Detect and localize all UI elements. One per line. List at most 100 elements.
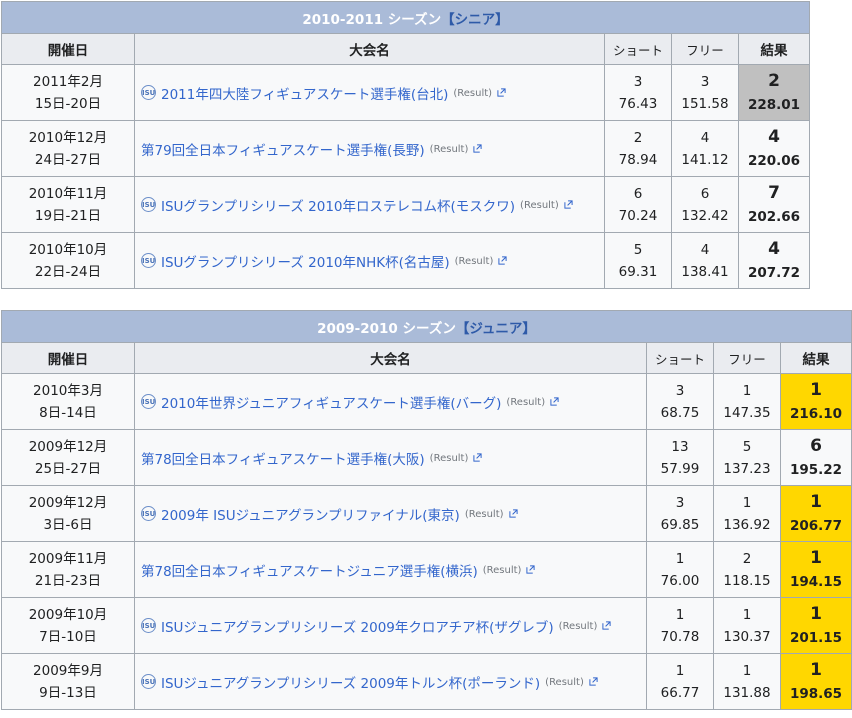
external-link-icon[interactable] xyxy=(550,396,559,406)
external-link-icon[interactable] xyxy=(498,255,507,265)
external-link-icon[interactable] xyxy=(526,564,536,574)
total-score: 206.77 xyxy=(789,517,843,534)
final-place: 4 xyxy=(768,126,780,147)
total-score: 195.22 xyxy=(789,461,843,478)
external-link-icon[interactable] xyxy=(497,87,506,97)
col-header-short: ショート xyxy=(646,342,714,374)
final-place: 4 xyxy=(768,238,780,259)
result-cell: 2 228.01 xyxy=(737,64,811,121)
short-program-cell: 1 70.78 xyxy=(646,597,714,654)
col-header-short: ショート xyxy=(604,33,672,65)
free-skate-cell: 1 147.35 xyxy=(713,373,781,430)
event-cell: 第78回全日本フィギュアスケートジュニア選手権(横浜) (Result) xyxy=(134,541,647,598)
event-link[interactable]: ISUグランプリシリーズ 2010年ロステレコム杯(モスクワ) xyxy=(161,199,515,215)
isu-logo-icon: ISU xyxy=(141,85,156,100)
table-row: 2010年11月 19日-21日 ISU ISUグランプリシリーズ 2010年ロステレ… xyxy=(1,176,811,233)
final-place: 1 xyxy=(810,603,822,624)
result-cell: 1 206.77 xyxy=(780,485,852,542)
isu-logo-icon: ISU xyxy=(141,674,156,689)
free-skate-cell: 2 118.15 xyxy=(713,541,781,598)
free-skate-cell: 1 131.88 xyxy=(713,653,781,710)
col-header-event: 大会名 xyxy=(134,342,647,374)
event-link[interactable]: ISUグランプリシリーズ 2010年NHK杯(名古屋) xyxy=(161,255,450,271)
result-link[interactable]: (Result) xyxy=(465,509,504,520)
result-link[interactable]: (Result) xyxy=(506,397,545,408)
event-cell: ISU ISUグランプリシリーズ 2010年NHK杯(名古屋) (Result) xyxy=(134,232,605,289)
final-place: 7 xyxy=(768,182,780,203)
season-level-link[interactable]: 【シニア】 xyxy=(441,12,509,28)
table-row: 2010年12月 24日-27日 第79回全日本フィギュアスケート選手権(長野) (R… xyxy=(1,120,811,177)
external-link-icon[interactable] xyxy=(473,452,482,462)
season-level-link[interactable]: 【ジュニア】 xyxy=(456,321,536,337)
event-link[interactable]: 2009年 ISUジュニアグランプリファイナル(東京) xyxy=(161,508,460,524)
final-place: 1 xyxy=(810,659,822,680)
event-date: 2009年10月 7日-10日 xyxy=(1,597,135,654)
isu-logo-icon: ISU xyxy=(141,197,156,212)
season-table-junior: 2009-2010 シーズン【ジュニア】 開催日 大会名 ショート フリー 結果… xyxy=(1,310,852,710)
result-link[interactable]: (Result) xyxy=(483,565,522,576)
col-header-free: フリー xyxy=(713,342,781,374)
event-link[interactable]: ISUジュニアグランプリシリーズ 2009年クロアチア杯(ザグレブ) xyxy=(161,620,554,636)
table-row: 2009年11月 21日-23日 第78回全日本フィギュアスケートジュニア選手権(横… xyxy=(1,541,852,598)
free-skate-cell: 4 138.41 xyxy=(671,232,739,289)
total-score: 202.66 xyxy=(747,208,801,225)
short-program-cell: 2 78.94 xyxy=(604,120,672,177)
short-program-cell: 3 68.75 xyxy=(646,373,714,430)
event-link[interactable]: 第79回全日本フィギュアスケート選手権(長野) xyxy=(141,143,425,159)
result-link[interactable]: (Result) xyxy=(430,453,469,464)
result-link[interactable]: (Result) xyxy=(545,677,584,688)
total-score: 198.65 xyxy=(789,685,843,702)
event-cell: 第79回全日本フィギュアスケート選手権(長野) (Result) xyxy=(134,120,605,177)
event-link[interactable]: 2010年世界ジュニアフィギュアスケート選手権(バーグ) xyxy=(161,396,501,412)
result-link[interactable]: (Result) xyxy=(453,88,492,99)
event-date: 2010年11月 19日-21日 xyxy=(1,176,135,233)
final-place: 1 xyxy=(810,547,822,568)
result-cell: 7 202.66 xyxy=(737,176,811,233)
season-table-senior: 2010-2011 シーズン【シニア】 開催日 大会名 ショート フリー 結果 … xyxy=(0,1,811,289)
table-row: 2010年3月 8日-14日 ISU 2010年世界ジュニアフィギュアスケート選手権(… xyxy=(1,373,852,430)
short-program-cell: 5 69.31 xyxy=(604,232,672,289)
event-date: 2010年10月 22日-24日 xyxy=(1,232,135,289)
event-link[interactable]: 2011年四大陸フィギュアスケート選手権(台北) xyxy=(161,87,448,103)
isu-logo-icon: ISU xyxy=(141,394,156,409)
result-cell: 4 220.06 xyxy=(737,120,811,177)
result-link[interactable]: (Result) xyxy=(455,256,494,267)
final-place: 2 xyxy=(768,70,780,91)
result-link[interactable]: (Result) xyxy=(559,621,598,632)
short-program-cell: 6 70.24 xyxy=(604,176,672,233)
result-cell: 4 207.72 xyxy=(737,232,811,289)
col-header-result: 結果 xyxy=(780,342,852,374)
external-link-icon[interactable] xyxy=(508,508,518,518)
short-program-cell: 1 66.77 xyxy=(646,653,714,710)
external-link-icon[interactable] xyxy=(473,143,482,153)
event-cell: ISU ISUジュニアグランプリシリーズ 2009年クロアチア杯(ザグレブ) (Re… xyxy=(134,597,647,654)
free-skate-cell: 3 151.58 xyxy=(671,64,739,121)
total-score: 216.10 xyxy=(789,405,843,422)
season-title: 2009-2010 シーズン【ジュニア】 xyxy=(1,310,852,343)
event-link[interactable]: ISUジュニアグランプリシリーズ 2009年トルン杯(ポーランド) xyxy=(161,676,540,692)
free-skate-cell: 5 137.23 xyxy=(713,429,781,486)
table-row: 2009年9月 9日-13日 ISU ISUジュニアグランプリシリーズ 2009年トル… xyxy=(1,653,852,710)
event-date: 2009年12月 25日-27日 xyxy=(1,429,135,486)
total-score: 194.15 xyxy=(789,573,843,590)
result-link[interactable]: (Result) xyxy=(430,144,469,155)
col-header-date: 開催日 xyxy=(1,342,135,374)
isu-logo-icon: ISU xyxy=(141,506,156,521)
event-link[interactable]: 第78回全日本フィギュアスケート選手権(大阪) xyxy=(141,452,425,468)
table-row: 2009年12月 25日-27日 第78回全日本フィギュアスケート選手権(大阪) (R… xyxy=(1,429,852,486)
short-program-cell: 3 69.85 xyxy=(646,485,714,542)
event-cell: ISU ISUジュニアグランプリシリーズ 2009年トルン杯(ポーランド) (Res… xyxy=(134,653,647,710)
event-cell: ISU 2010年世界ジュニアフィギュアスケート選手権(バーグ) (Result) xyxy=(134,373,647,430)
final-place: 6 xyxy=(810,435,822,456)
event-date: 2009年11月 21日-23日 xyxy=(1,541,135,598)
result-cell: 6 195.22 xyxy=(780,429,852,486)
short-program-cell: 3 76.43 xyxy=(604,64,672,121)
external-link-icon[interactable] xyxy=(602,620,611,630)
event-link[interactable]: 第78回全日本フィギュアスケートジュニア選手権(横浜) xyxy=(141,564,478,580)
external-link-icon[interactable] xyxy=(564,199,573,209)
table-row: 2009年10月 7日-10日 ISU ISUジュニアグランプリシリーズ 2009年ク… xyxy=(1,597,852,654)
external-link-icon[interactable] xyxy=(589,676,598,686)
event-date: 2010年3月 8日-14日 xyxy=(1,373,135,430)
event-date: 2009年12月 3日-6日 xyxy=(1,485,135,542)
result-link[interactable]: (Result) xyxy=(520,200,559,211)
